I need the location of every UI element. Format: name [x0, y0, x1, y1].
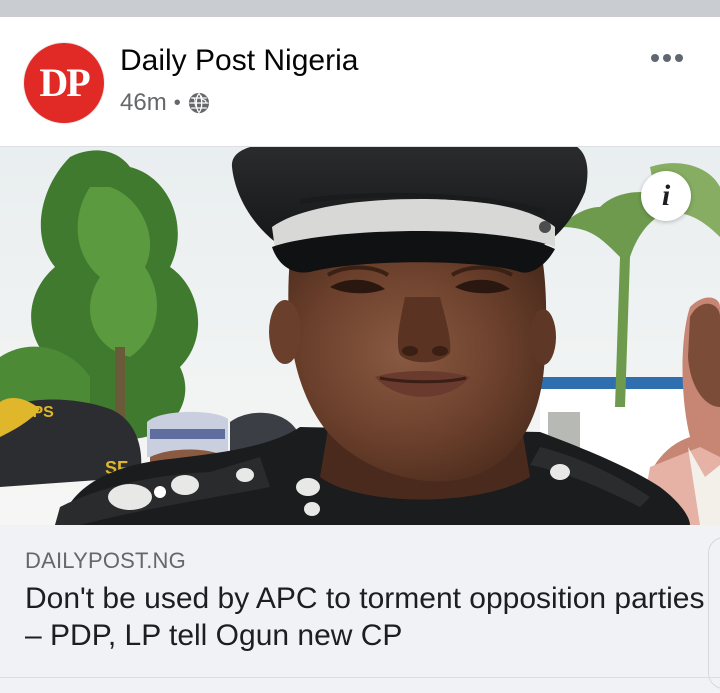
police-officer-photo: OPS SF: [0, 147, 720, 525]
globe-icon[interactable]: [188, 92, 210, 114]
more-dot: [675, 54, 683, 62]
post-timestamp[interactable]: 46m: [120, 89, 167, 117]
more-options-button[interactable]: [643, 46, 691, 70]
avatar-logo-text: DP: [39, 60, 90, 105]
link-domain: DAILYPOST.NG: [25, 548, 186, 573]
next-card-edge: [708, 537, 720, 689]
link-headline[interactable]: Don't be used by APC to torment oppositi…: [25, 580, 705, 654]
post-header: [0, 17, 720, 147]
info-icon: i: [661, 179, 671, 212]
link-preview[interactable]: DAILYPOST.NG Don't be used by APC to tor…: [0, 525, 720, 693]
page-avatar[interactable]: DP: [24, 43, 104, 123]
meta-separator: •: [173, 91, 181, 114]
post-image[interactable]: OPS SF: [0, 147, 720, 525]
photo-info-button[interactable]: i: [641, 171, 691, 221]
more-dot: [651, 54, 659, 62]
bottom-divider: [0, 677, 720, 678]
svg-text:OPS: OPS: [20, 404, 54, 421]
post-meta: 46m •: [120, 88, 210, 118]
page-name-link[interactable]: Daily Post Nigeria: [120, 44, 358, 78]
more-dot: [663, 54, 671, 62]
top-status-strip: [0, 0, 720, 17]
